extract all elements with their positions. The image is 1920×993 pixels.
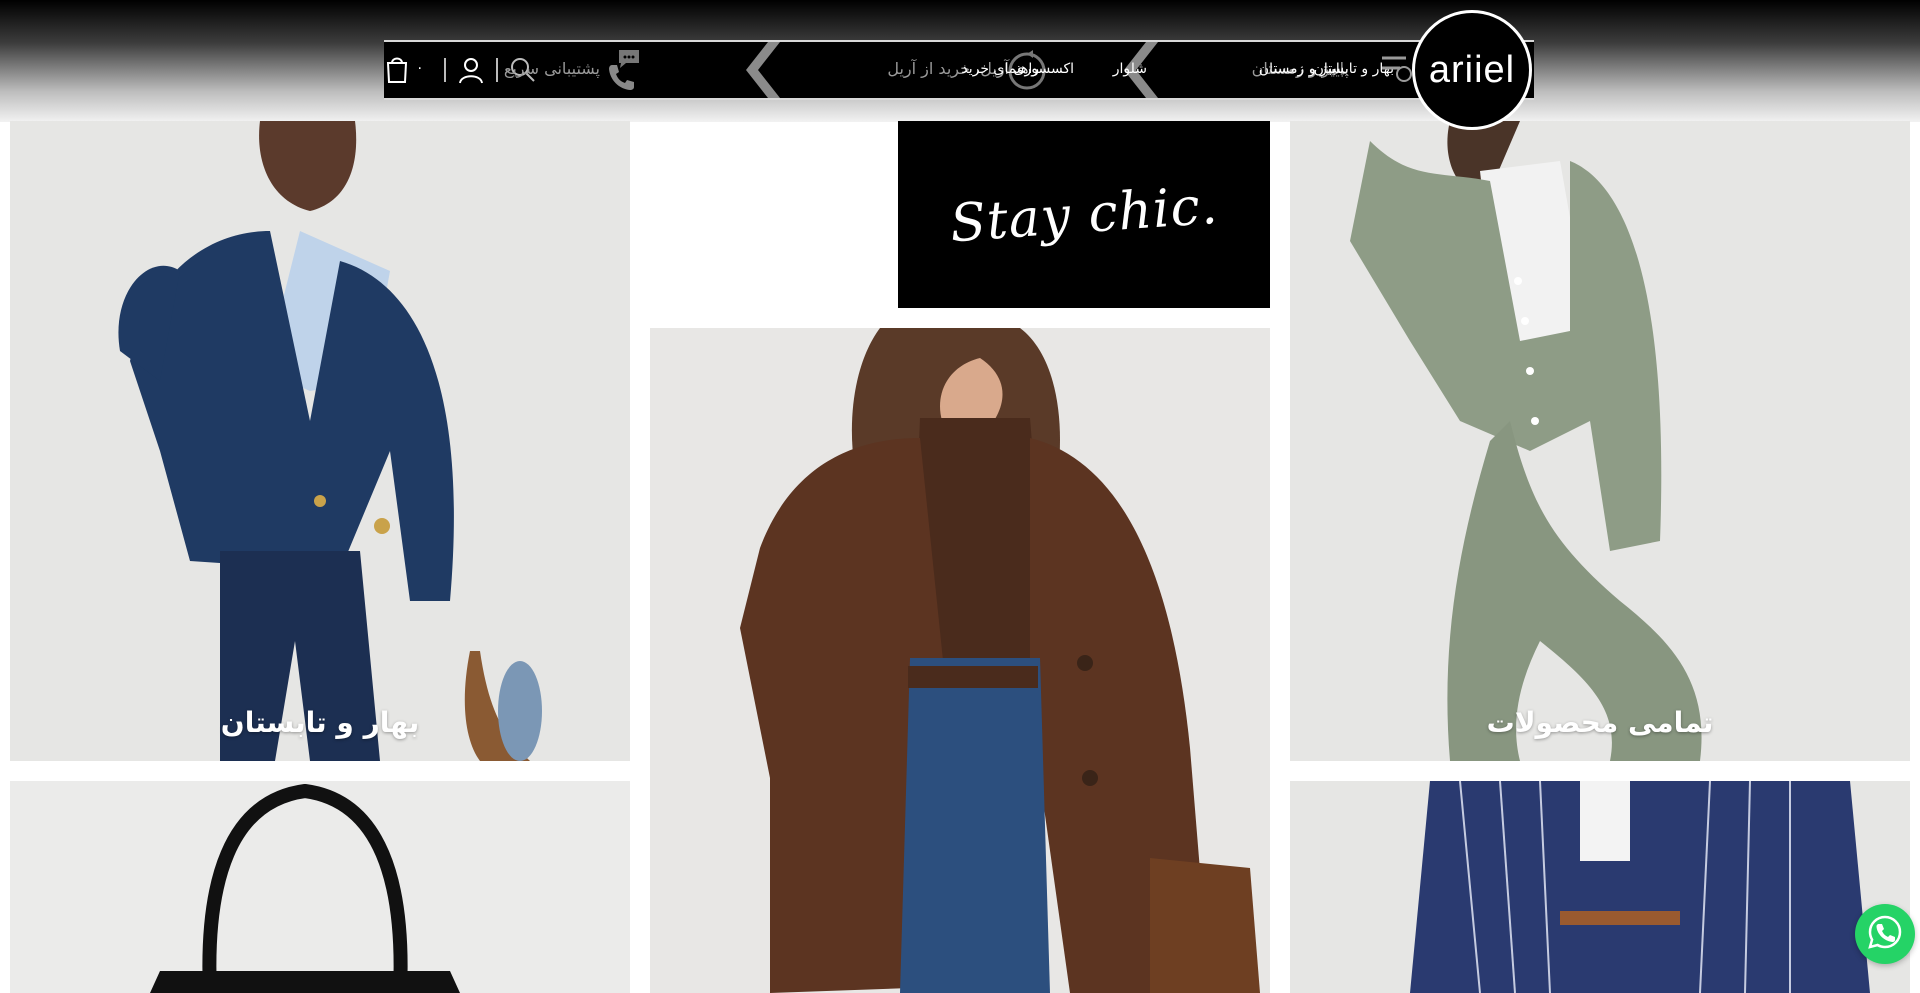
whatsapp-button[interactable] [1855, 904, 1915, 964]
menu-item-pants[interactable]: شلوار [1113, 61, 1147, 77]
phone-icon[interactable] [606, 62, 636, 96]
promo-banner: Stay chic. [898, 121, 1270, 308]
brand-logo[interactable]: ariiel [1412, 10, 1532, 130]
bag-photo [10, 781, 630, 993]
tile-brown-trench[interactable] [650, 328, 1270, 993]
tile-bag[interactable] [10, 781, 630, 993]
tile-spring-summer[interactable]: بهار و تابستان [10, 121, 630, 761]
menu-icon[interactable] [1380, 52, 1412, 90]
whatsapp-icon [1867, 914, 1903, 954]
promo-text: Stay chic. [948, 175, 1220, 254]
model-photo-denim-suit [10, 121, 630, 761]
model-photo-trench-coat [650, 328, 1270, 993]
user-icon[interactable] [458, 56, 484, 88]
menu-item-accessory[interactable]: اکسسوری [1014, 61, 1074, 77]
chevron-left-icon [746, 42, 786, 98]
cart-icon[interactable] [384, 54, 410, 88]
main-navigation: ۰ پشتیبانی سریع آریل، خرید از آریل راهنم… [384, 40, 1534, 100]
cart-count: ۰ [416, 60, 424, 76]
support-label[interactable]: پشتیبانی سریع [504, 59, 600, 78]
tile-label-all-products: تمامی محصولات [1486, 706, 1714, 739]
nav-separator [496, 58, 498, 82]
model-photo-striped-shirt [1290, 781, 1910, 993]
model-photo-green-suit [1290, 121, 1910, 761]
tile-striped-shirt[interactable] [1290, 781, 1910, 993]
tile-all-products[interactable]: تمامی محصولات [1290, 121, 1910, 761]
nav-separator [444, 58, 446, 82]
tile-label-spring-summer: بهار و تابستان [220, 706, 420, 739]
